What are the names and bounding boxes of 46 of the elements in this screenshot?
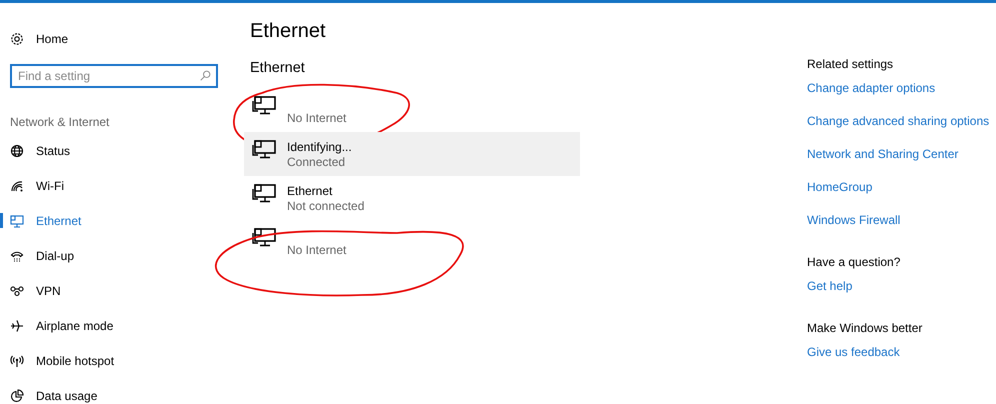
nav-item[interactable]: Mobile hotspot <box>0 343 240 378</box>
network-item[interactable]: Ethernet Not connected <box>244 176 580 220</box>
nav-item[interactable]: Data usage <box>0 378 240 404</box>
network-status: Not connected <box>287 198 364 214</box>
settings-link[interactable]: Get help <box>807 277 996 295</box>
gear-icon <box>10 32 24 46</box>
monitor-icon <box>251 138 277 160</box>
pie-chart-icon <box>10 388 24 402</box>
page-title: Ethernet <box>250 19 327 43</box>
settings-link[interactable]: Windows Firewall <box>807 211 996 229</box>
group-heading: Related settings <box>807 56 894 73</box>
nav-item[interactable]: Wi-Fi <box>0 168 240 203</box>
nav-item[interactable]: Airplane mode <box>0 308 240 343</box>
settings-link[interactable]: HomeGroup <box>807 178 996 196</box>
wifi-icon <box>10 178 24 192</box>
monitor-icon <box>10 214 24 228</box>
nav-item[interactable]: VPN <box>0 273 240 308</box>
network-item[interactable]: No Internet <box>244 88 580 132</box>
network-name: Ethernet <box>287 184 334 199</box>
settings-link[interactable]: Network and Sharing Center <box>807 145 996 163</box>
search-field[interactable]: Find a setting <box>10 64 218 88</box>
home-link[interactable]: Home <box>0 21 240 56</box>
network-item[interactable]: No Internet <box>244 220 580 264</box>
section-heading: Network & Internet <box>10 114 110 131</box>
network-nodes-icon <box>10 284 24 298</box>
monitor-icon <box>251 94 277 116</box>
settings-link[interactable]: Give us feedback <box>807 343 996 361</box>
airplane-icon <box>10 318 24 332</box>
monitor-icon <box>251 226 277 248</box>
section-title: Ethernet <box>250 59 306 78</box>
monitor-icon <box>251 182 277 204</box>
group-heading: Have a question? <box>807 254 902 271</box>
settings-link[interactable]: Change adapter options <box>807 79 996 97</box>
globe-icon <box>10 144 24 158</box>
network-item[interactable]: Identifying... Connected <box>244 132 580 176</box>
network-status: No Internet <box>287 242 346 258</box>
nav-item[interactable]: Status <box>0 133 240 168</box>
network-status: No Internet <box>287 110 346 126</box>
group-heading: Make Windows better <box>807 320 924 337</box>
nav-item[interactable]: Ethernet <box>0 203 240 238</box>
nav-item[interactable]: Dial-up <box>0 238 240 273</box>
antenna-icon <box>10 354 24 368</box>
network-name: Identifying... <box>287 140 352 155</box>
settings-link[interactable]: Change advanced sharing options <box>807 112 996 130</box>
network-status: Connected <box>287 154 346 170</box>
search-icon <box>200 70 211 81</box>
